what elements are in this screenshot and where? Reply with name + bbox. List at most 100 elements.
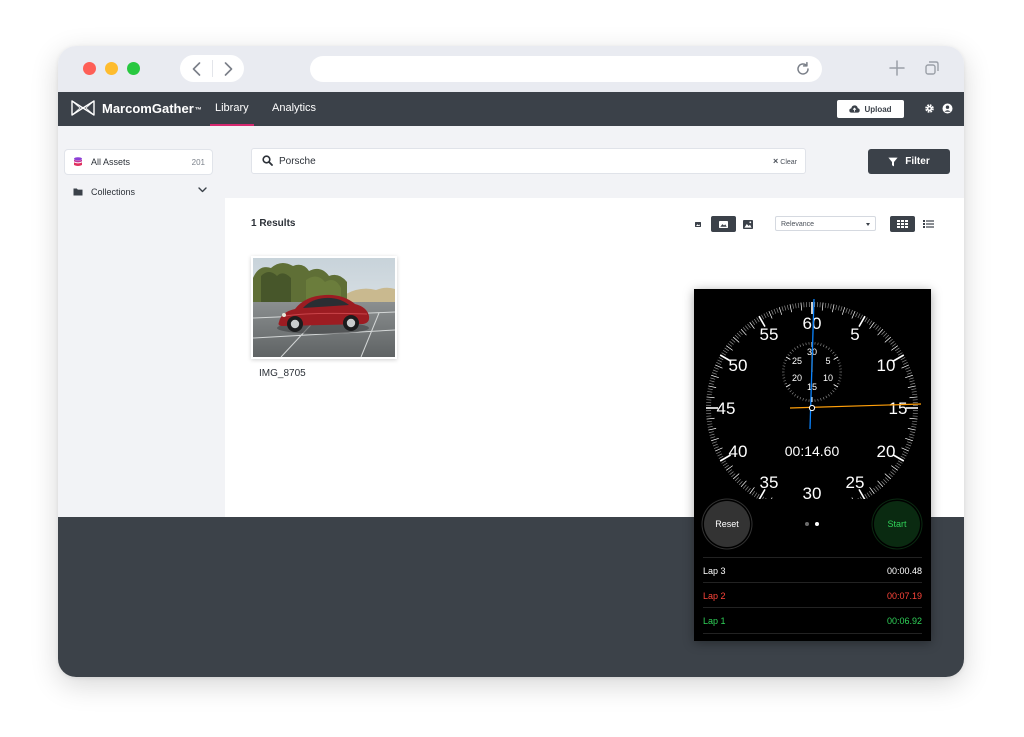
sort-dropdown[interactable]: Relevance — [775, 216, 876, 231]
dial-tick — [795, 303, 797, 309]
dial-tick — [847, 308, 851, 314]
back-button[interactable] — [180, 55, 212, 82]
clear-search-button[interactable]: × Clear — [773, 156, 797, 166]
dial-center — [808, 404, 816, 412]
history-nav — [180, 55, 244, 82]
dial-tick — [883, 332, 888, 337]
dial-tick — [891, 343, 897, 347]
user-account-icon[interactable] — [942, 103, 953, 114]
minimize-window-button[interactable] — [105, 62, 118, 75]
dial-tick — [909, 396, 918, 399]
dial-tick — [824, 302, 827, 308]
tab-analytics[interactable]: Analytics — [272, 92, 316, 126]
dial-number: 25 — [846, 473, 865, 492]
dial-tick — [907, 385, 916, 388]
dial-tick — [911, 423, 917, 425]
dial-tick — [905, 446, 911, 449]
dial-tick — [717, 453, 723, 457]
dial-tick — [712, 443, 718, 447]
subdial-tick — [837, 382, 840, 385]
search-input[interactable] — [279, 152, 729, 170]
dial-tick — [711, 437, 719, 442]
forward-button[interactable] — [212, 55, 244, 82]
dial-tick — [768, 311, 773, 319]
subdial-tick — [783, 362, 786, 364]
dial-tick — [840, 306, 843, 312]
subdial-tick — [794, 347, 797, 350]
sort-value: Relevance — [781, 221, 815, 228]
dial-tick — [731, 338, 736, 343]
gear-icon[interactable] — [924, 103, 935, 114]
thumb-size-large-button[interactable] — [738, 216, 758, 232]
filter-label: Filter — [905, 156, 930, 167]
subdial-tick — [827, 347, 830, 350]
clear-label: Clear — [780, 159, 797, 166]
subdial-number: 5 — [825, 356, 830, 366]
subdial-tick — [783, 380, 786, 382]
asset-name[interactable]: IMG_8705 — [259, 368, 306, 379]
address-bar[interactable] — [310, 56, 822, 82]
chevron-right-icon — [224, 61, 232, 76]
sidebar-item-all-assets[interactable]: All Assets 201 — [65, 150, 212, 174]
dial-tick — [751, 320, 756, 325]
subdial-tick — [833, 356, 839, 360]
brand-logo[interactable]: MarcomGather ™ — [71, 100, 202, 116]
dial-tick — [710, 436, 716, 439]
subdial-tick — [834, 354, 837, 357]
subdial-tick — [785, 384, 791, 388]
dial-tick — [905, 374, 913, 379]
thumb-size-medium-button[interactable] — [711, 216, 736, 232]
dial-tick — [707, 423, 713, 425]
dial-number: 60 — [803, 314, 822, 333]
reset-button[interactable]: Reset — [704, 501, 750, 547]
dial-tick — [771, 497, 773, 499]
dial-tick — [778, 307, 783, 315]
dial-tick — [708, 385, 717, 388]
dial-tick — [747, 323, 751, 329]
page-dot-active[interactable] — [815, 522, 819, 526]
asset-thumbnail[interactable] — [251, 256, 397, 359]
dial-tick — [866, 318, 871, 324]
dial-tick — [857, 497, 859, 499]
dial-tick — [706, 417, 715, 420]
dial-tick — [897, 352, 903, 356]
dial-tick — [905, 367, 911, 370]
dial-number: 5 — [850, 325, 859, 344]
dial-tick — [718, 357, 724, 361]
list-view-button[interactable] — [916, 216, 941, 232]
dial-tick — [908, 377, 914, 380]
subdial-number: 25 — [792, 356, 802, 366]
dial-tick — [885, 477, 890, 482]
subdial-tick — [830, 392, 833, 395]
start-button[interactable]: Start — [874, 501, 920, 547]
dial-tick — [706, 393, 712, 396]
funnel-icon — [888, 157, 898, 166]
subdial-tick — [787, 387, 790, 390]
tab-library[interactable]: Library — [210, 92, 254, 126]
stopwatch-app: 60 5 10 15 20 25 30 35 40 45 50 55 30 5 … — [694, 289, 931, 641]
subdial-tick — [825, 395, 828, 399]
thumb-size-small-button[interactable] — [688, 216, 708, 232]
new-tab-plus-icon[interactable] — [888, 59, 906, 77]
dial-tick — [864, 317, 868, 323]
upload-button[interactable]: Upload — [837, 100, 904, 118]
close-icon: × — [773, 156, 779, 166]
page-dot[interactable] — [805, 522, 809, 526]
tab-overview-icon[interactable] — [924, 60, 940, 76]
close-window-button[interactable] — [83, 62, 96, 75]
chevron-left-icon — [192, 61, 200, 76]
dial-tick — [716, 362, 721, 365]
dial-tick — [745, 325, 749, 330]
dial-tick — [873, 487, 877, 493]
sidebar-item-collections[interactable]: Collections — [65, 180, 212, 204]
reload-icon[interactable] — [794, 60, 812, 78]
grid-view-button[interactable] — [890, 216, 915, 232]
subdial-tick — [832, 351, 835, 354]
filter-button[interactable]: Filter — [868, 149, 950, 174]
dial-tick — [859, 314, 863, 320]
asset-card[interactable] — [251, 256, 397, 359]
dial-tick — [850, 309, 853, 315]
dial-tick — [718, 455, 724, 459]
maximize-window-button[interactable] — [127, 62, 140, 75]
chevron-down-icon[interactable] — [198, 187, 207, 193]
